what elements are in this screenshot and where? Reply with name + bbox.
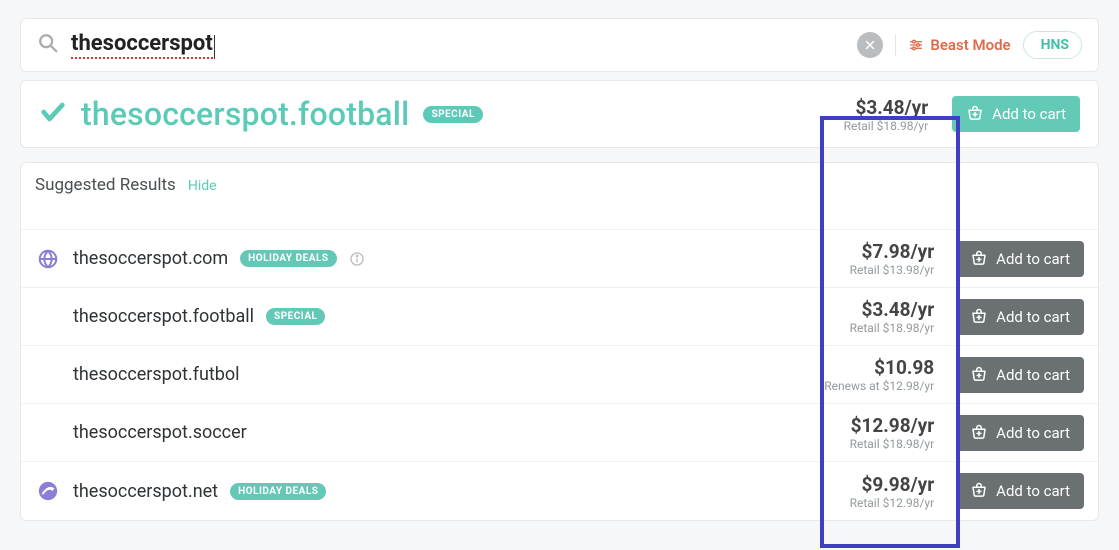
text-cursor <box>214 35 215 59</box>
beast-mode-label: Beast Mode <box>930 36 1010 54</box>
add-to-cart-label: Add to cart <box>996 424 1070 442</box>
divider <box>895 34 896 56</box>
price-main: $3.48/yr <box>804 298 934 321</box>
search-bar: thesoccerspot Beast Mode HNS <box>20 18 1099 72</box>
search-input[interactable]: thesoccerspot <box>71 31 213 59</box>
price: $9.98/yrRetail $12.98/yr <box>804 473 944 510</box>
hide-suggested-link[interactable]: Hide <box>188 178 217 194</box>
table-row: thesoccerspot.football SPECIAL $3.48/yrRet… <box>21 288 1098 346</box>
globe-icon <box>35 248 61 270</box>
price-retail: Retail $12.98/yr <box>804 496 934 510</box>
add-to-cart-label: Add to cart <box>996 482 1070 500</box>
search-icon <box>37 32 59 58</box>
domain-name[interactable]: thesoccerspot.com <box>73 248 228 269</box>
add-to-cart-button[interactable]: Add to cart <box>952 96 1080 132</box>
add-to-cart-label: Add to cart <box>992 105 1066 123</box>
special-badge: SPECIAL <box>266 308 325 325</box>
add-to-cart-button[interactable]: Add to cart <box>956 415 1084 451</box>
beast-mode-toggle[interactable]: Beast Mode <box>908 36 1010 54</box>
check-icon <box>39 98 67 130</box>
domain-name[interactable]: thesoccerspot.soccer <box>73 422 247 443</box>
holiday-deals-badge: HOLIDAY DEALS <box>230 483 326 500</box>
hns-toggle[interactable]: HNS <box>1023 31 1082 59</box>
add-to-cart-button[interactable]: Add to cart <box>956 473 1084 509</box>
add-to-cart-label: Add to cart <box>996 250 1070 268</box>
hns-label: HNS <box>1041 37 1069 53</box>
info-icon[interactable] <box>349 251 365 267</box>
price-retail: Renews at $12.98/yr <box>804 379 934 393</box>
add-to-cart-label: Add to cart <box>996 308 1070 326</box>
price: $10.98Renews at $12.98/yr <box>804 356 944 393</box>
table-row: thesoccerspot.futbol $10.98Renews at $12.… <box>21 346 1098 404</box>
suggested-results: Suggested Results Hide thesoccerspot.com… <box>20 162 1099 521</box>
price-retail: Retail $13.98/yr <box>804 263 934 277</box>
price-main: $7.98/yr <box>804 240 934 263</box>
table-row: thesoccerspot.net HOLIDAY DEALS $9.98/yrRe… <box>21 462 1098 520</box>
price-main: $12.98/yr <box>804 414 934 437</box>
price-retail: Retail $18.98/yr <box>798 119 928 133</box>
suggested-title: Suggested Results <box>35 175 176 195</box>
featured-result: thesoccerspot.football SPECIAL $3.48/yr … <box>20 80 1099 148</box>
table-row: thesoccerspot.soccer $12.98/yrRetail $18.… <box>21 404 1098 462</box>
price: $7.98/yrRetail $13.98/yr <box>804 240 944 277</box>
price-main: $9.98/yr <box>804 473 934 496</box>
table-row: thesoccerspot.com HOLIDAY DEALS $7.98/yrRe… <box>21 230 1098 288</box>
price-retail: Retail $18.98/yr <box>804 321 934 335</box>
featured-price: $3.48/yr Retail $18.98/yr <box>798 96 938 133</box>
add-to-cart-button[interactable]: Add to cart <box>956 357 1084 393</box>
clear-search-button[interactable] <box>857 32 883 58</box>
domain-name[interactable]: thesoccerspot.net <box>73 481 218 502</box>
domain-name[interactable]: thesoccerspot.futbol <box>73 364 240 385</box>
price-main: $10.98 <box>804 356 934 379</box>
price-retail: Retail $18.98/yr <box>804 437 934 451</box>
add-to-cart-button[interactable]: Add to cart <box>956 299 1084 335</box>
featured-domain-name[interactable]: thesoccerspot.football <box>81 95 409 133</box>
price-main: $3.48/yr <box>798 96 928 119</box>
holiday-deals-badge: HOLIDAY DEALS <box>240 250 336 267</box>
price: $12.98/yrRetail $18.98/yr <box>804 414 944 451</box>
swirl-icon <box>35 480 61 502</box>
price: $3.48/yrRetail $18.98/yr <box>804 298 944 335</box>
domain-name[interactable]: thesoccerspot.football <box>73 306 254 327</box>
suggested-header: Suggested Results Hide <box>21 163 1098 230</box>
add-to-cart-label: Add to cart <box>996 366 1070 384</box>
special-badge: SPECIAL <box>423 106 482 123</box>
add-to-cart-button[interactable]: Add to cart <box>956 241 1084 277</box>
